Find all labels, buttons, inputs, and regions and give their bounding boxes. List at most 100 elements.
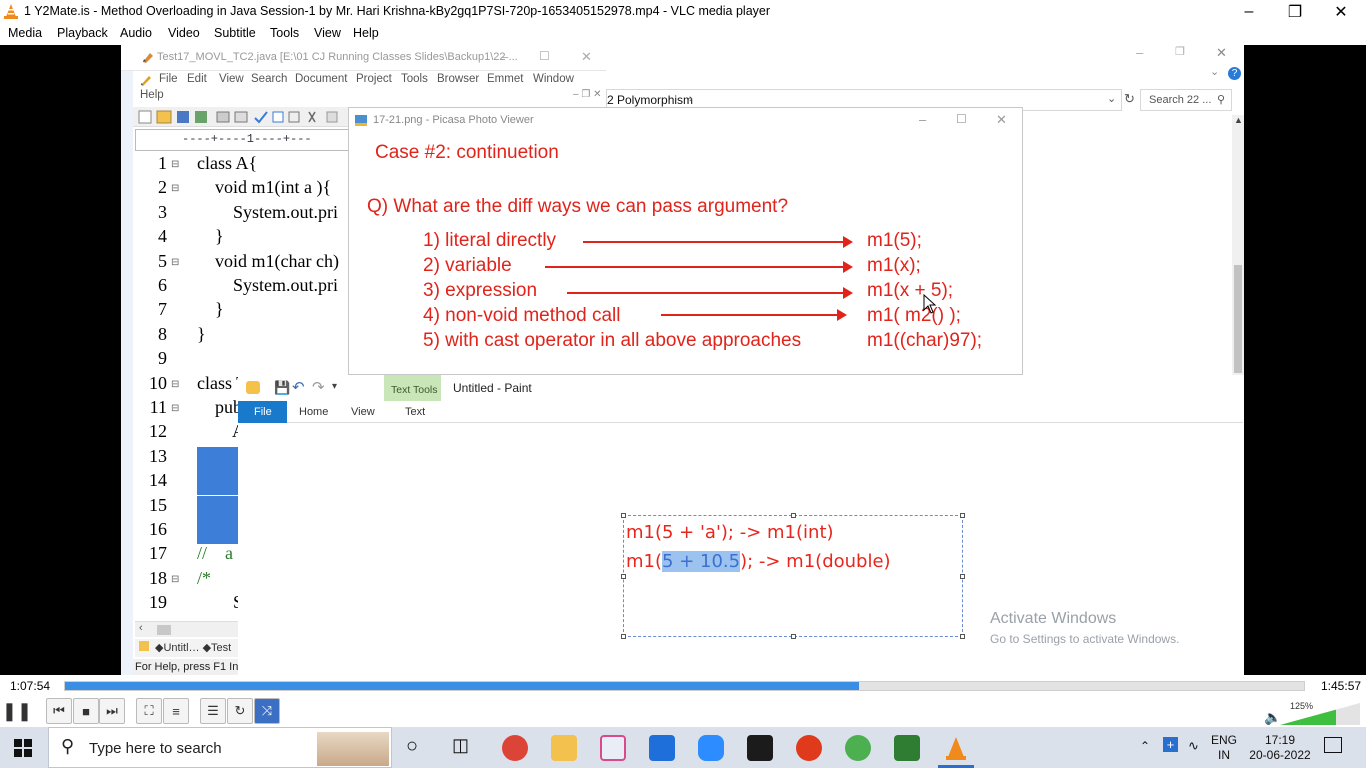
editor-minimize-button[interactable]: – <box>501 49 508 64</box>
seek-slider[interactable] <box>64 681 1305 691</box>
next-button[interactable]: ⏭ <box>99 698 125 724</box>
resize-handle[interactable] <box>621 634 626 639</box>
paint-tab-view[interactable]: View <box>351 406 375 418</box>
scroll-thumb[interactable] <box>157 625 171 635</box>
taskbar-search-input[interactable]: ⚲ Type here to search <box>48 727 392 768</box>
help-icon[interactable]: ? <box>1228 67 1241 80</box>
menu-audio[interactable]: Audio <box>120 26 152 40</box>
redo-icon[interactable]: ↷ <box>312 378 325 396</box>
speaker-icon[interactable]: 🔈 <box>1264 709 1281 726</box>
editor-mdi-controls[interactable]: – ❐ ✕ <box>573 89 601 100</box>
paint-tab-home[interactable]: Home <box>299 406 328 418</box>
explorer-close-button[interactable]: ✕ <box>1216 45 1227 61</box>
explorer-scroll-thumb[interactable] <box>1234 265 1242 373</box>
close-button[interactable]: ✕ <box>1318 0 1364 24</box>
code-line[interactable]: void m1(int a ){ <box>197 177 331 198</box>
tray-app-icon[interactable]: + <box>1163 737 1178 752</box>
editor-tabs-label[interactable]: ◆Untitl… ◆Test <box>155 641 231 654</box>
scroll-up-icon[interactable]: ▲ <box>1234 115 1243 125</box>
editor-horizontal-scrollbar[interactable]: ‹ <box>135 621 239 637</box>
editor-menu-browser[interactable]: Browser <box>437 73 479 85</box>
tray-chevron-icon[interactable]: ⌃ <box>1140 739 1150 753</box>
code-line[interactable]: } <box>197 299 224 320</box>
chrome-icon[interactable] <box>502 735 528 761</box>
volume-slider[interactable] <box>1280 703 1360 725</box>
editor-menu-help[interactable]: Help <box>140 89 164 101</box>
code-line[interactable]: System.out.pri <box>197 275 338 296</box>
menu-playback[interactable]: Playback <box>57 26 108 40</box>
cortana-icon[interactable]: ○ <box>406 735 418 758</box>
undo-icon[interactable]: ↶ <box>292 378 305 396</box>
loop-button[interactable]: ↻ <box>227 698 253 724</box>
code-line[interactable]: } <box>197 226 224 247</box>
editor-menu-tools[interactable]: Tools <box>401 73 428 85</box>
network-icon[interactable]: ∿ <box>1188 738 1199 754</box>
playlist-button[interactable]: ☰ <box>200 698 226 724</box>
menu-view[interactable]: View <box>314 26 341 40</box>
minimize-button[interactable]: – <box>1226 0 1272 24</box>
menu-media[interactable]: Media <box>8 26 42 40</box>
resize-handle[interactable] <box>960 574 965 579</box>
menu-help[interactable]: Help <box>353 26 379 40</box>
editor-menu-edit[interactable]: Edit <box>187 73 207 85</box>
picasa-close-button[interactable]: ✕ <box>996 112 1007 128</box>
code-line[interactable]: class A{ <box>197 153 257 174</box>
shuffle-button[interactable]: ⤨ <box>254 698 280 724</box>
code-line[interactable]: S <box>197 592 243 613</box>
resize-handle[interactable] <box>960 634 965 639</box>
resize-handle[interactable] <box>960 513 965 518</box>
editor-menu-emmet[interactable]: Emmet <box>487 73 523 85</box>
customize-toolbar-icon[interactable]: ▾ <box>332 381 337 392</box>
sticky-notes-icon[interactable] <box>747 735 773 761</box>
editor-document-tabs[interactable]: ◆Untitl… ◆Test <box>135 639 239 657</box>
editplus-icon[interactable] <box>894 735 920 761</box>
text-box[interactable]: m1(5 + 'a'); -> m1(int) m1(5 + 10.5); ->… <box>621 513 965 639</box>
editor-menu-view[interactable]: View <box>219 73 244 85</box>
notepad-plus-icon[interactable] <box>845 735 871 761</box>
snipping-tool-icon[interactable] <box>600 735 626 761</box>
editor-menu-window[interactable]: Window <box>533 73 574 85</box>
refresh-icon[interactable]: ↻ <box>1124 91 1135 107</box>
explorer-search-input[interactable]: Search 22 ... ⚲ <box>1140 89 1232 111</box>
resize-handle[interactable] <box>621 574 626 579</box>
paint-canvas[interactable]: m1(5 + 'a'); -> m1(int) m1(5 + 10.5); ->… <box>238 423 1243 675</box>
code-line[interactable]: pub <box>197 397 242 418</box>
stop-button[interactable]: ■ <box>73 698 99 724</box>
resize-handle[interactable] <box>621 513 626 518</box>
paint-tab-file[interactable]: File <box>238 401 287 423</box>
editor-maximize-button[interactable]: ☐ <box>539 49 550 63</box>
clock[interactable]: 17:19 20-06-2022 <box>1246 733 1314 763</box>
menu-subtitle[interactable]: Subtitle <box>214 26 256 40</box>
paint-tab-text[interactable]: Text <box>405 406 425 418</box>
picasa-maximize-button[interactable]: ☐ <box>956 112 967 126</box>
restore-button[interactable]: ❐ <box>1272 0 1318 24</box>
code-line[interactable]: void m1(char ch) <box>197 251 339 272</box>
explorer-minimize-button[interactable]: – <box>1136 45 1143 60</box>
windows-start-icon[interactable] <box>14 739 32 757</box>
recorder-icon[interactable] <box>796 735 822 761</box>
input-language[interactable]: ENG IN <box>1206 733 1242 763</box>
paint-text-line-1[interactable]: m1(5 + 'a'); -> m1(int) <box>626 522 834 543</box>
fullscreen-button[interactable]: ⛶ <box>136 698 162 724</box>
menu-video[interactable]: Video <box>168 26 200 40</box>
editor-menu-file[interactable]: File <box>159 73 178 85</box>
file-explorer-icon[interactable] <box>551 735 577 761</box>
vlc-taskbar-icon[interactable] <box>943 735 969 761</box>
code-line[interactable]: } <box>197 324 206 345</box>
code-line[interactable]: // a <box>197 543 233 564</box>
quick-save-icon[interactable]: 💾 <box>274 380 290 396</box>
explorer-vertical-scrollbar[interactable]: ▲ <box>1232 115 1244 375</box>
explorer-restore-button[interactable]: ❐ <box>1175 45 1185 58</box>
task-view-icon[interactable]: ◫ <box>452 735 469 756</box>
editor-toolbar-icons[interactable] <box>137 109 357 125</box>
editor-menu-search[interactable]: Search <box>251 73 287 85</box>
address-dropdown-icon[interactable]: ⌄ <box>1107 92 1116 105</box>
extended-settings-button[interactable]: ≡ <box>163 698 189 724</box>
code-line[interactable]: /* <box>197 568 211 589</box>
menu-tools[interactable]: Tools <box>270 26 299 40</box>
code-line[interactable]: System.out.pri <box>197 202 338 223</box>
video-frame[interactable]: Test17_MOVL_TC2.java [E:\01 CJ Running C… <box>0 45 1366 675</box>
resize-handle[interactable] <box>791 513 796 518</box>
picasa-minimize-button[interactable]: – <box>919 112 926 127</box>
editor-menu-document[interactable]: Document <box>295 73 347 85</box>
